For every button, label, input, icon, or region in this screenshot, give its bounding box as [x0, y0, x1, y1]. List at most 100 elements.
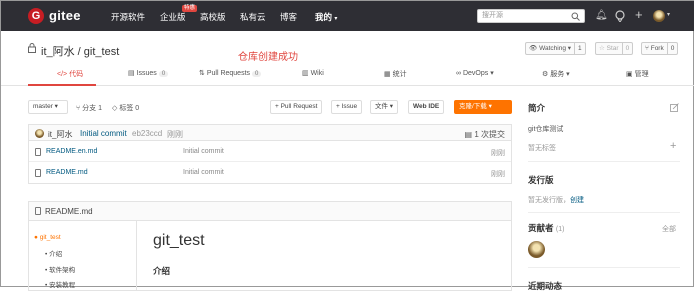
toc-item-label: 介绍 — [49, 251, 63, 258]
nav-open-source[interactable]: 开源软件 — [111, 11, 145, 23]
readme-header: README.md — [29, 202, 511, 221]
fork-count: 0 — [666, 43, 678, 54]
clone-download-button[interactable]: 克隆/下载 ▾ — [454, 100, 512, 114]
branch-select[interactable]: master ▾ — [28, 100, 68, 114]
file-time: 刚刚 — [491, 171, 505, 178]
gitee-logo-text[interactable]: gitee — [49, 8, 81, 23]
file-commit-message[interactable]: Initial commit — [183, 148, 224, 155]
commit-author[interactable]: it_阿水 — [48, 129, 72, 140]
user-avatar[interactable] — [653, 10, 665, 22]
file-menu-button[interactable]: 文件 ▾ — [370, 100, 399, 114]
file-name[interactable]: README.md — [46, 169, 88, 176]
tab-services[interactable]: ⚙ 服务 ▾ — [542, 69, 570, 79]
tab-stats[interactable]: ▦ 统计 — [384, 69, 407, 79]
tab-wiki[interactable]: ▥ Wiki — [302, 69, 324, 77]
file-row[interactable]: README.md Initial commit 刚刚 — [29, 162, 511, 183]
file-list: README.en.md Initial commit 刚刚 README.md… — [28, 141, 512, 184]
star-count: 0 — [621, 43, 633, 54]
tab-pr-count: 0 — [252, 71, 262, 77]
fork-label: Fork — [650, 45, 664, 52]
tab-services-label: 服务 — [550, 71, 565, 78]
nav-blog[interactable]: 博客 — [280, 11, 297, 23]
fork-icon: ⑂ — [645, 45, 649, 52]
readme-panel: README.md ● git_test • 介绍 • 软件架构 • 安装教程 … — [28, 201, 512, 291]
bell-icon[interactable]: 🔔︎ — [595, 10, 608, 21]
tab-issues-count: 0 — [158, 71, 169, 77]
new-issue-button[interactable]: + Issue — [331, 100, 363, 114]
repo-separator: / — [74, 46, 84, 58]
nav-education[interactable]: 高校版 — [200, 11, 226, 23]
watch-button[interactable]: 👁︎ Watching ▾ 1 — [525, 42, 586, 55]
file-row[interactable]: README.en.md Initial commit 刚刚 — [29, 141, 511, 162]
star-label: Star — [606, 45, 619, 52]
clone-download-label: 克隆/下载 — [459, 103, 487, 110]
gitee-logo-icon[interactable]: G — [28, 8, 44, 24]
toc-item[interactable]: • 软件架构 — [45, 264, 75, 274]
contributor-avatar[interactable] — [528, 241, 545, 258]
toc-item[interactable]: ● git_test — [34, 234, 61, 241]
commit-hash[interactable]: eb23ccd — [132, 129, 162, 138]
commit-time: 刚刚 — [167, 130, 183, 139]
commit-count[interactable]: ▤ 1 次提交 — [465, 129, 505, 140]
star-icon: ☆ — [599, 45, 605, 52]
chevron-down-icon[interactable]: ▾ — [667, 11, 670, 18]
toc-item-label: git_test — [39, 234, 61, 241]
toc-item[interactable]: • 介绍 — [45, 248, 62, 258]
web-ide-button[interactable]: Web IDE — [408, 100, 445, 114]
new-pull-request-button[interactable]: + Pull Request — [270, 100, 323, 114]
tab-devops-label: DevOps — [462, 70, 489, 77]
create-release-link[interactable]: 创建 — [570, 197, 584, 204]
tab-stats-label: 统计 — [392, 71, 407, 78]
add-tag-icon[interactable]: + — [670, 140, 676, 152]
nav-mine-label: 我的 — [315, 12, 333, 22]
tab-manage[interactable]: ▣ 管理 — [626, 69, 649, 79]
chart-icon: ▦ — [384, 71, 391, 78]
release-heading: 发行版 — [528, 175, 554, 185]
success-message: 仓库创建成功 — [238, 52, 298, 63]
intro-heading: 简介 — [528, 103, 546, 113]
repo-owner-link[interactable]: it_阿水 — [41, 46, 75, 58]
issues-icon: ▤ — [128, 70, 135, 77]
branch-select-value: master — [33, 103, 53, 110]
search-icon[interactable] — [571, 12, 580, 21]
tab-pull-requests[interactable]: ⇅ Pull Requests 0 — [199, 69, 262, 77]
contributors-all-link[interactable]: 全部 — [662, 224, 676, 234]
readme-toc: ● git_test • 介绍 • 软件架构 • 安装教程 — [29, 221, 137, 291]
latest-commit-bar: it_阿水 Initial commit eb23ccd 刚刚 ▤ 1 次提交 — [28, 124, 512, 141]
file-commit-message[interactable]: Initial commit — [183, 169, 224, 176]
file-icon — [35, 169, 41, 177]
tab-code-label: 代码 — [69, 71, 84, 78]
tab-code[interactable]: </> 代码 — [57, 69, 83, 79]
nav-enterprise[interactable]: 企业版 — [160, 11, 186, 23]
toc-item-label: 安装教程 — [49, 282, 76, 289]
repo-name-link[interactable]: git_test — [84, 46, 119, 58]
fork-button[interactable]: ⑂ Fork 0 — [641, 42, 679, 55]
code-icon: </> — [57, 71, 68, 78]
branches-label: 分支 1 — [82, 105, 102, 112]
commit-message[interactable]: Initial commit — [80, 129, 127, 138]
toc-item-label: 软件架构 — [49, 267, 76, 274]
branches-link[interactable]: ⑂ 分支 1 — [76, 103, 102, 113]
toc-item[interactable]: • 安装教程 — [45, 279, 75, 289]
history-icon: ▤ — [464, 130, 473, 139]
tab-devops[interactable]: ∞ DevOps ▾ — [456, 69, 494, 77]
repo-tabs — [1, 64, 694, 86]
divider — [528, 212, 680, 213]
nav-private-cloud[interactable]: 私有云 — [240, 11, 266, 23]
nav-mine[interactable]: 我的 ▾ — [315, 11, 337, 23]
plus-icon[interactable]: + — [635, 7, 643, 22]
location-icon[interactable] — [615, 10, 625, 22]
edit-icon[interactable] — [670, 103, 679, 112]
tags-link[interactable]: ◇ 标签 0 — [112, 103, 139, 113]
divider — [528, 267, 680, 268]
file-time: 刚刚 — [491, 150, 505, 157]
chevron-down-icon: ▾ — [334, 16, 338, 22]
search-input[interactable]: 搜开源 — [477, 9, 585, 23]
recent-activity-heading: 近期动态 — [528, 281, 563, 291]
file-menu-label: 文件 — [375, 103, 388, 110]
file-name[interactable]: README.en.md — [46, 148, 97, 155]
no-tags-text: 暂无标签 — [528, 145, 556, 152]
tab-issues[interactable]: ▤ Issues 0 — [128, 69, 169, 77]
readme-title: git_test — [153, 232, 205, 249]
star-button[interactable]: ☆ Star 0 — [595, 42, 634, 55]
